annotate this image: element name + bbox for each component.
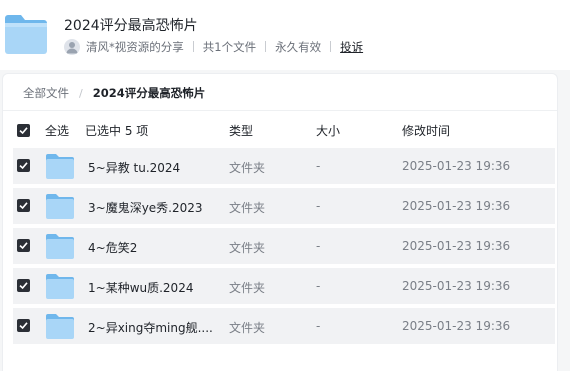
- column-type[interactable]: 类型: [229, 122, 253, 139]
- folder-icon: [46, 274, 74, 299]
- row-checkbox[interactable]: [17, 279, 30, 292]
- file-size: -: [316, 319, 321, 333]
- selected-count: 已选中 5 项: [85, 124, 149, 138]
- meta-divider: [330, 41, 332, 52]
- file-type: 文件夹: [229, 241, 266, 255]
- folder-icon: [46, 234, 74, 259]
- report-link[interactable]: 投诉: [340, 39, 363, 55]
- table-row[interactable]: 3~魔鬼深ye秀.2023 文件夹 - 2025-01-23 19:36: [13, 188, 555, 224]
- file-type: 文件夹: [229, 281, 266, 295]
- check-icon: [19, 162, 28, 170]
- folder-icon: [46, 154, 74, 179]
- check-icon: [19, 127, 28, 135]
- folder-icon: [46, 194, 74, 219]
- validity: 永久有效: [275, 39, 322, 54]
- file-modified-time: 2025-01-23 19:36: [402, 319, 511, 333]
- file-name[interactable]: 1~某种wu质.2024: [88, 279, 193, 296]
- column-size[interactable]: 大小: [316, 122, 340, 139]
- row-checkbox[interactable]: [17, 239, 30, 252]
- file-name[interactable]: 4~危笑2: [88, 239, 137, 256]
- file-panel: 全部文件 / 2024评分最高恐怖片 全选 已选中 5 项 类型 大小 修改时间…: [2, 73, 558, 371]
- file-modified-time: 2025-01-23 19:36: [402, 199, 511, 213]
- breadcrumb-root[interactable]: 全部文件: [23, 85, 69, 101]
- row-checkbox[interactable]: [17, 159, 30, 172]
- column-modified-time[interactable]: 修改时间: [402, 122, 450, 139]
- file-size: -: [316, 199, 321, 213]
- table-row[interactable]: 2~异xing夺ming舰.... 文件夹 - 2025-01-23 19:36: [13, 308, 555, 344]
- breadcrumb-current: 2024评分最高恐怖片: [92, 86, 206, 100]
- divider: [3, 110, 557, 111]
- breadcrumb-separator: /: [79, 86, 83, 100]
- file-modified-time: 2025-01-23 19:36: [402, 159, 511, 173]
- file-size: -: [316, 279, 321, 293]
- folder-icon: [46, 314, 74, 339]
- breadcrumb: 全部文件 / 2024评分最高恐怖片: [23, 84, 205, 102]
- file-size: -: [316, 239, 321, 253]
- file-count: 共1个文件: [202, 39, 257, 54]
- share-header: 2024评分最高恐怖片 清风*视资源的分享 共1个文件 永久有效 投诉: [0, 0, 570, 70]
- table-row[interactable]: 5~异教 tu.2024 文件夹 - 2025-01-23 19:36: [13, 148, 555, 184]
- check-icon: [19, 282, 28, 290]
- folder-icon: [5, 15, 47, 54]
- table-row[interactable]: 4~危笑2 文件夹 - 2025-01-23 19:36: [13, 228, 555, 264]
- check-icon: [19, 242, 28, 250]
- file-name[interactable]: 2~异xing夺ming舰....: [88, 319, 213, 336]
- file-type: 文件夹: [229, 321, 266, 335]
- share-title: 2024评分最高恐怖片: [64, 18, 198, 34]
- meta-divider: [265, 41, 267, 52]
- user-avatar-icon: [64, 38, 80, 55]
- file-name[interactable]: 3~魔鬼深ye秀.2023: [88, 199, 203, 216]
- row-checkbox[interactable]: [17, 199, 30, 212]
- table-row[interactable]: 1~某种wu质.2024 文件夹 - 2025-01-23 19:36: [13, 268, 555, 304]
- file-type: 文件夹: [229, 161, 266, 175]
- file-modified-time: 2025-01-23 19:36: [402, 279, 511, 293]
- check-icon: [19, 202, 28, 210]
- check-icon: [19, 322, 28, 330]
- select-all-label[interactable]: 全选: [45, 122, 69, 139]
- file-name[interactable]: 5~异教 tu.2024: [88, 159, 180, 176]
- file-modified-time: 2025-01-23 19:36: [402, 239, 511, 253]
- share-meta: 清风*视资源的分享 共1个文件 永久有效 投诉: [64, 38, 363, 55]
- share-owner: 清风*视资源的分享: [86, 39, 184, 54]
- file-size: -: [316, 159, 321, 173]
- row-checkbox[interactable]: [17, 319, 30, 332]
- select-all-checkbox[interactable]: [17, 124, 30, 137]
- meta-divider: [192, 41, 194, 52]
- table-header: 全选 已选中 5 项 类型 大小 修改时间: [3, 116, 557, 144]
- file-type: 文件夹: [229, 201, 266, 215]
